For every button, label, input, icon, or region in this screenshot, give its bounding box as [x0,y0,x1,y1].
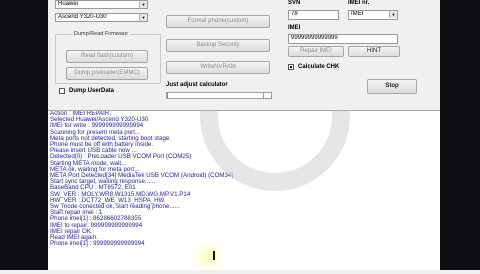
progress-bar [166,92,272,99]
format-phone-label: Format phone(custom) [187,18,249,24]
repair-imei-button[interactable]: Repair IMEI [288,46,344,57]
text-cursor-icon [213,251,215,260]
svn-field[interactable]: 78 [288,10,339,20]
hint-button[interactable]: HINT [348,46,400,57]
svn-value: 78 [291,11,298,17]
chevron-down-icon: ▼ [139,1,147,8]
backup-security-label: Backup Security [196,42,240,48]
right-screen-edge [440,0,480,270]
imei-nr-value: IMEI [351,11,364,17]
imei-label: IMEI [288,25,301,31]
stop-label: Stop [385,83,399,89]
repair-imei-label: Repair IMEI [300,48,332,54]
chevron-down-icon: ▼ [139,14,147,21]
calculate-chk-label: Calculate CHK [298,64,340,70]
adjust-stepper[interactable] [263,92,272,99]
dump-userdata-label: Dump UserData [69,88,115,94]
hint-label: HINT [367,48,381,54]
brand-value: Huawei [58,1,79,7]
calculate-chk-checkbox[interactable] [288,64,294,70]
log-output: Action : IMEI REPAIR. Selected Huawei/Asc… [48,110,440,270]
imei-value: 99999999999999 [291,35,338,41]
brand-select[interactable]: Huawei ▼ [55,0,148,9]
log-line: Phone imei[1] : 999999999999994 [50,240,145,248]
dump-preloader-button[interactable]: Dump preloader(EMMC) [66,67,148,80]
read-flash-button[interactable]: Read flash(custom) [66,50,148,63]
stop-button[interactable]: Stop [367,79,417,94]
cursor-highlight [192,240,226,274]
read-flash-label: Read flash(custom) [80,53,134,59]
model-value: Ascend Y320-U30 [58,14,107,20]
write-nvram-button[interactable]: WriteNVRAM [166,61,270,74]
backup-security-button[interactable]: Backup Security [166,39,270,52]
model-select[interactable]: Ascend Y320-U30 ▼ [55,13,148,22]
format-phone-button[interactable]: Format phone(custom) [166,15,270,28]
dump-preloader-label: Dump preloader(EMMC) [74,70,140,76]
dump-group-title: Dump/Read Firmware [72,31,130,37]
progress-fill [167,93,169,98]
imei-nr-select[interactable]: IMEI ▼ [348,10,398,20]
dump-userdata-checkbox[interactable] [59,88,65,94]
svn-label: SVN [288,0,301,6]
adjust-label: Just adjust calculator [166,82,228,88]
chevron-down-icon: ▼ [389,11,397,18]
imei-field[interactable]: 99999999999999 [288,34,398,44]
imei-nr-label: IMEI nr. [348,0,370,6]
left-screen-edge [0,0,48,270]
write-nvram-label: WriteNVRAM [200,64,236,70]
